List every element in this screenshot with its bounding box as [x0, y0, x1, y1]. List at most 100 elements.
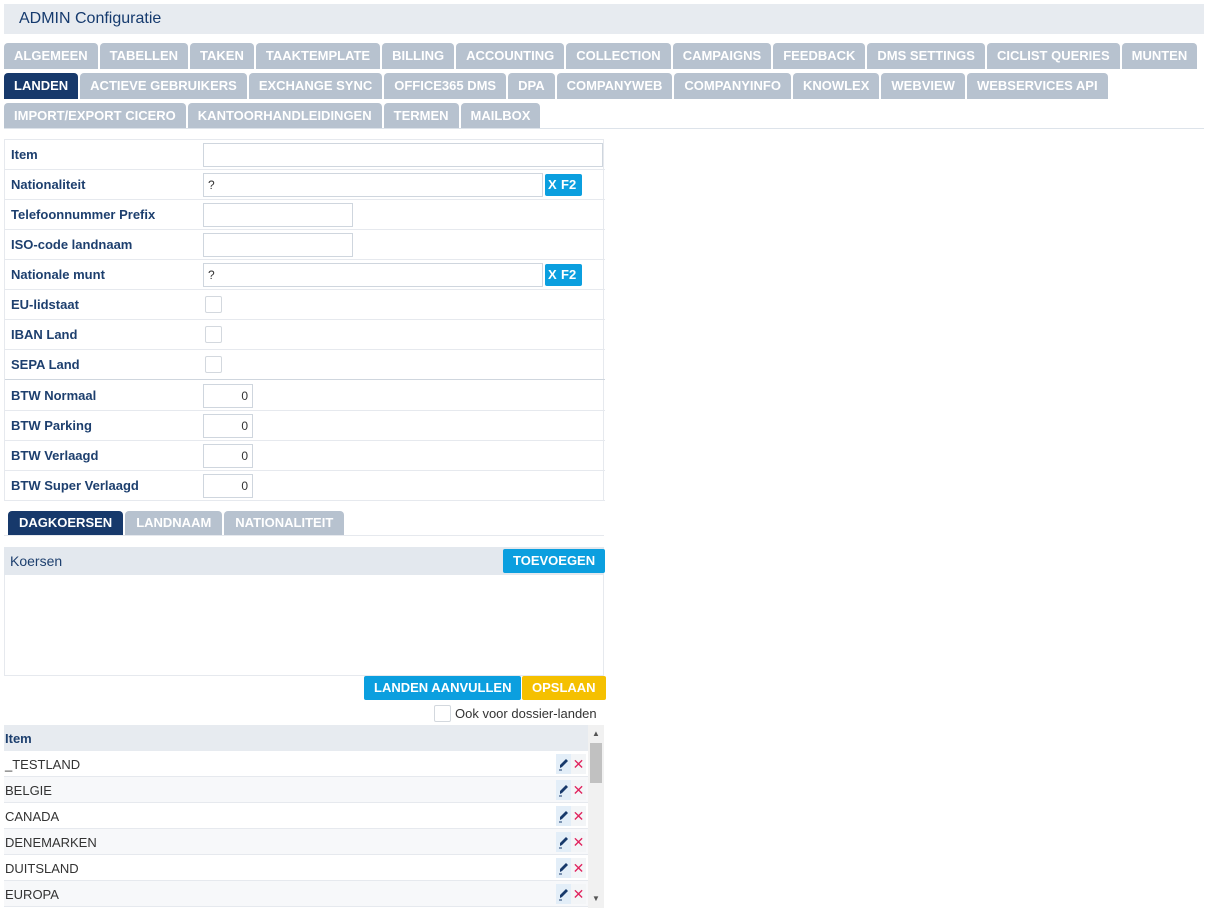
- btw-parking-row: BTW Parking 0: [5, 411, 605, 441]
- btw-normaal-input[interactable]: 0: [203, 384, 253, 408]
- btw-normaal-row: BTW Normaal 0: [5, 381, 605, 411]
- tab-mailbox[interactable]: MAILBOX: [460, 103, 541, 129]
- delete-x-icon[interactable]: ✕: [571, 884, 586, 904]
- nationaliteit-clear-button[interactable]: X: [545, 174, 559, 196]
- edit-pencil-icon[interactable]: [556, 806, 571, 826]
- table-row[interactable]: EUROPA ✕: [4, 881, 588, 907]
- tab-tabellen[interactable]: TABELLEN: [99, 43, 189, 69]
- tab-munten[interactable]: MUNTEN: [1121, 43, 1198, 69]
- tab-import-export-cicero[interactable]: IMPORT/EXPORT CICERO: [4, 103, 186, 129]
- tab-algemeen[interactable]: ALGEMEEN: [4, 43, 98, 69]
- tab-webview[interactable]: WEBVIEW: [881, 73, 965, 99]
- item-input[interactable]: [203, 143, 603, 167]
- tab-billing[interactable]: BILLING: [382, 43, 455, 69]
- btw-super-row: BTW Super Verlaagd 0: [5, 471, 605, 501]
- grid-header: Item: [4, 725, 588, 751]
- delete-x-icon[interactable]: ✕: [571, 780, 586, 800]
- iso-label: ISO-code landnaam: [11, 237, 133, 252]
- iban-row: IBAN Land: [5, 320, 605, 350]
- tab-office365-dms[interactable]: OFFICE365 DMS: [384, 73, 507, 99]
- btw-parking-label: BTW Parking: [11, 418, 92, 433]
- table-row[interactable]: DENEMARKEN ✕: [4, 829, 588, 855]
- title-bar: ADMIN Configuratie: [4, 4, 1204, 34]
- delete-x-icon[interactable]: ✕: [571, 832, 586, 852]
- nationaliteit-lookup: X F2: [545, 174, 582, 196]
- eu-checkbox[interactable]: [205, 296, 222, 313]
- subtab-landnaam[interactable]: LANDNAAM: [125, 511, 223, 535]
- scroll-up-arrow-icon[interactable]: ▲: [588, 727, 604, 741]
- iban-label: IBAN Land: [11, 327, 78, 342]
- ook-dossier-landen-checkbox[interactable]: [434, 705, 451, 722]
- delete-x-icon[interactable]: ✕: [571, 754, 586, 774]
- iban-checkbox[interactable]: [205, 326, 222, 343]
- country-form: Item Nationaliteit ? X F2 Telefoonnummer…: [4, 139, 605, 501]
- tab-accounting[interactable]: ACCOUNTING: [456, 43, 565, 69]
- btw-verlaagd-label: BTW Verlaagd: [11, 448, 99, 463]
- tab-dms-settings[interactable]: DMS SETTINGS: [867, 43, 985, 69]
- munt-lookup: X F2: [545, 264, 582, 286]
- tab-termen[interactable]: TERMEN: [383, 103, 459, 129]
- ook-dossier-landen-label: Ook voor dossier-landen: [455, 706, 597, 721]
- sepa-label: SEPA Land: [11, 357, 80, 372]
- btw-verlaagd-row: BTW Verlaagd 0: [5, 441, 605, 471]
- edit-pencil-icon[interactable]: [556, 858, 571, 878]
- grid-scrollbar[interactable]: ▲ ▼: [588, 725, 604, 908]
- tab-ciclist-queries[interactable]: CICLIST QUERIES: [986, 43, 1120, 69]
- edit-pencil-icon[interactable]: [556, 754, 571, 774]
- delete-x-icon[interactable]: ✕: [571, 806, 586, 826]
- detail-tab-divider: [4, 535, 604, 536]
- tab-taken[interactable]: TAKEN: [190, 43, 254, 69]
- tab-dpa[interactable]: DPA: [508, 73, 555, 99]
- tab-taaktemplate[interactable]: TAAKTEMPLATE: [255, 43, 381, 69]
- koersen-label: Koersen: [10, 553, 63, 569]
- nationaliteit-f2-button[interactable]: F2: [559, 174, 576, 196]
- table-row[interactable]: CANADA ✕: [4, 803, 588, 829]
- subtab-dagkoersen[interactable]: DAGKOERSEN: [8, 511, 124, 535]
- koersen-header: Koersen TOEVOEGEN: [4, 547, 606, 575]
- table-row[interactable]: BELGIE ✕: [4, 777, 588, 803]
- tab-companyweb[interactable]: COMPANYWEB: [556, 73, 673, 99]
- nationaliteit-input[interactable]: ?: [203, 173, 543, 197]
- tab-actieve-gebruikers[interactable]: ACTIEVE GEBRUIKERS: [80, 73, 247, 99]
- munt-input[interactable]: ?: [203, 263, 543, 287]
- btw-normaal-label: BTW Normaal: [11, 388, 97, 403]
- btw-super-label: BTW Super Verlaagd: [11, 478, 139, 493]
- btw-super-verlaagd-input[interactable]: 0: [203, 474, 253, 498]
- edit-pencil-icon[interactable]: [556, 884, 571, 904]
- tab-kantoorhandleidingen[interactable]: KANTOORHANDLEIDINGEN: [187, 103, 382, 129]
- tab-webservices-api[interactable]: WEBSERVICES API: [966, 73, 1108, 99]
- munt-clear-button[interactable]: X: [545, 264, 559, 286]
- btw-parking-input[interactable]: 0: [203, 414, 253, 438]
- delete-x-icon[interactable]: ✕: [571, 858, 586, 878]
- landen-aanvullen-button[interactable]: LANDEN AANVULLEN: [364, 676, 522, 700]
- eu-label: EU-lidstaat: [11, 297, 79, 312]
- tab-feedback[interactable]: FEEDBACK: [773, 43, 866, 69]
- tab-companyinfo[interactable]: COMPANYINFO: [674, 73, 791, 99]
- tab-campaigns[interactable]: CAMPAIGNS: [672, 43, 772, 69]
- row-item-text: DUITSLAND: [5, 861, 79, 876]
- row-item-text: DENEMARKEN: [5, 835, 97, 850]
- toevoegen-button[interactable]: TOEVOEGEN: [503, 549, 606, 573]
- munt-f2-button[interactable]: F2: [559, 264, 576, 286]
- btw-verlaagd-input[interactable]: 0: [203, 444, 253, 468]
- nationaliteit-label: Nationaliteit: [11, 177, 86, 192]
- landen-grid: Item _TESTLAND ✕ BELGIE ✕ CANADA ✕ DENEMARKEN ✕…: [4, 725, 604, 908]
- table-row[interactable]: DUITSLAND ✕: [4, 855, 588, 881]
- subtab-nationaliteit[interactable]: NATIONALITEIT: [224, 511, 345, 535]
- tab-row-3: IMPORT/EXPORT CICERO KANTOORHANDLEIDINGEN…: [4, 103, 542, 129]
- edit-pencil-icon[interactable]: [556, 780, 571, 800]
- telefoon-prefix-input[interactable]: [203, 203, 353, 227]
- tab-collection[interactable]: COLLECTION: [566, 43, 671, 69]
- tab-landen[interactable]: LANDEN: [4, 73, 79, 99]
- scroll-thumb[interactable]: [590, 743, 602, 783]
- table-row[interactable]: _TESTLAND ✕: [4, 751, 588, 777]
- scroll-down-arrow-icon[interactable]: ▼: [588, 892, 604, 906]
- munt-label: Nationale munt: [11, 267, 105, 282]
- tab-knowlex[interactable]: KNOWLEX: [792, 73, 880, 99]
- edit-pencil-icon[interactable]: [556, 832, 571, 852]
- tab-exchange-sync[interactable]: EXCHANGE SYNC: [248, 73, 383, 99]
- sepa-checkbox[interactable]: [205, 356, 222, 373]
- iso-code-input[interactable]: [203, 233, 353, 257]
- opslaan-button[interactable]: OPSLAAN: [522, 676, 606, 700]
- iso-row: ISO-code landnaam: [5, 230, 605, 260]
